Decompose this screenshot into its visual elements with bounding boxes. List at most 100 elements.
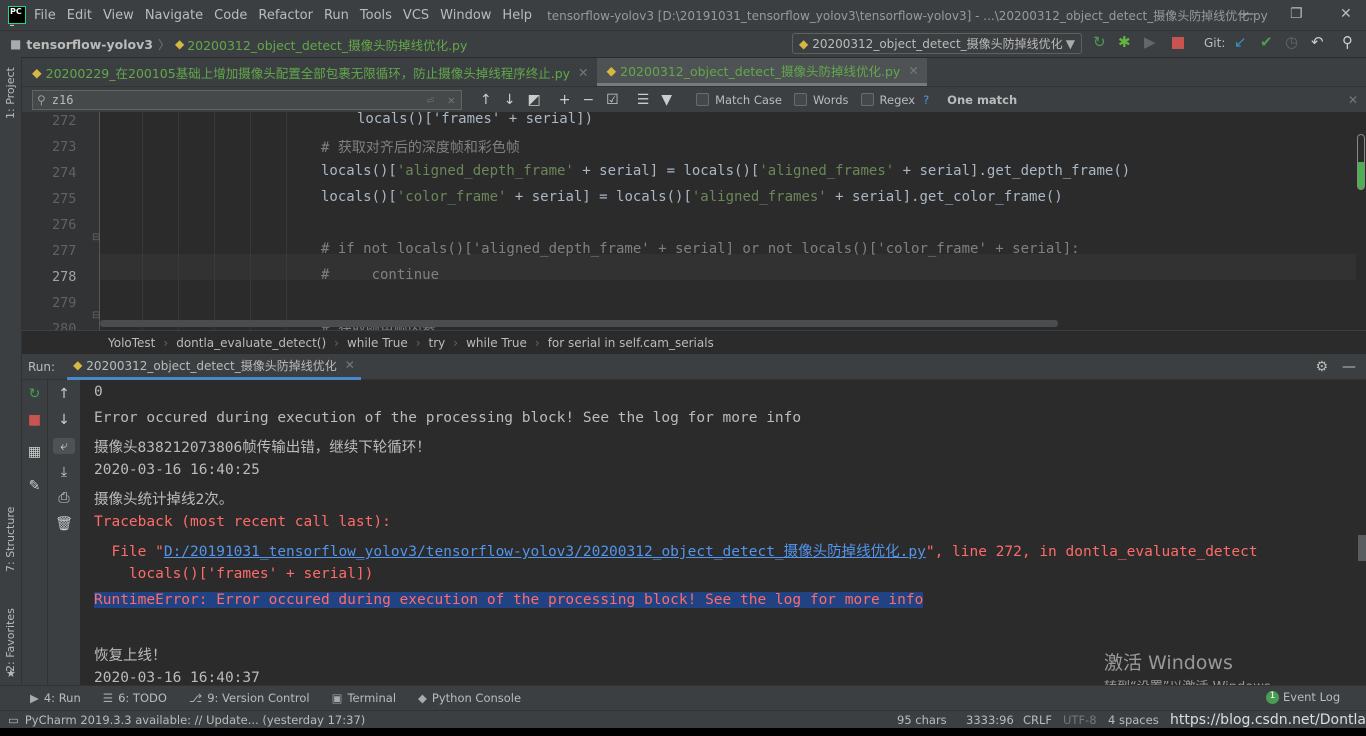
breadcrumb-item[interactable]: try (429, 336, 446, 350)
menu-vcs[interactable]: VCS (403, 8, 429, 23)
search-input[interactable]: ⚲ z16 ⏎ ✕ (32, 89, 462, 110)
menu-file[interactable]: File (34, 8, 56, 23)
previous-occurrence-icon[interactable]: ↑ (480, 92, 492, 108)
stop-icon[interactable] (1172, 37, 1184, 49)
match-case-checkbox[interactable]: Match Case (696, 93, 782, 107)
close-tab-icon[interactable]: ✕ (908, 63, 918, 78)
file-encoding[interactable]: UTF-8 (1063, 713, 1097, 727)
coverage-icon[interactable]: ▶ (1144, 33, 1156, 51)
tab-file-20200312[interactable]: ◆ 20200312_object_detect_摄像头防掉线优化.py ✕ (596, 58, 927, 86)
clear-search-icon[interactable]: ✕ (448, 93, 455, 107)
vcs-icon: ⎇ (188, 691, 203, 705)
run-tab[interactable]: ◆ 20200312_object_detect_摄像头防掉线优化 ✕ (67, 354, 361, 380)
next-occurrence-icon[interactable]: ↓ (504, 92, 516, 108)
code-token: + serial] = locals()[ (573, 163, 760, 179)
favorites-tool-button[interactable]: 2: Favorites (4, 608, 17, 672)
add-occurrence-icon[interactable]: + (559, 92, 571, 108)
menu-refactor[interactable]: Refactor (258, 8, 313, 23)
console-text: 摄像头统计掉线2次。 (94, 492, 234, 508)
close-tab-icon[interactable]: ✕ (345, 358, 355, 372)
rerun-icon[interactable]: ↻ (22, 386, 47, 402)
git-update-icon[interactable]: ↙ (1234, 33, 1247, 51)
history-icon[interactable]: ◷ (1285, 33, 1298, 51)
fold-icon[interactable]: ⊟ (92, 310, 100, 321)
maximize-button[interactable]: ❐ (1290, 6, 1303, 22)
menu-code[interactable]: Code (214, 8, 247, 23)
menu-window[interactable]: Window (440, 8, 491, 23)
revert-icon[interactable]: ↶ (1311, 33, 1324, 51)
scroll-thumb[interactable] (1357, 134, 1365, 190)
run-configuration-select[interactable]: ◆ 20200312_object_detect_摄像头防掉线优化 ▼ (792, 33, 1082, 54)
debug-icon[interactable]: ✱ (1118, 33, 1131, 51)
down-arrow-icon[interactable]: ↓ (48, 412, 80, 428)
tab-file-20200229[interactable]: ◆ 20200229_在200105基础上增加摄像头配置全部包裹无限循环，防止摄… (22, 58, 597, 86)
up-arrow-icon[interactable]: ↑ (48, 386, 80, 402)
event-log-button[interactable]: 1 Event Log (1266, 690, 1340, 704)
menu-tools[interactable]: Tools (360, 8, 392, 23)
print-icon[interactable]: ⎙ (48, 490, 80, 506)
code-editor[interactable]: 272 locals()['frames' + serial]) 273 # 获取对齐… (22, 112, 1356, 330)
nav-file[interactable]: 20200312_object_detect_摄像头防掉线优化.py (187, 35, 467, 54)
git-commit-icon[interactable]: ✔ (1260, 33, 1273, 51)
tool-tab-terminal[interactable]: ▣ Terminal (332, 691, 396, 705)
console-scrollbar[interactable] (1358, 535, 1366, 561)
breadcrumb-item[interactable]: while True (466, 336, 527, 350)
words-checkbox[interactable]: Words (793, 93, 849, 107)
select-all-occurrences-icon[interactable]: ☑ (606, 92, 619, 108)
code-token: # if not locals()['aligned_depth_frame' … (321, 241, 1080, 257)
editor-vertical-scrollbar[interactable] (1356, 112, 1366, 330)
line-number: 277 (52, 243, 77, 259)
soft-wrap-icon[interactable]: ⤶ (53, 438, 75, 454)
todo-icon: ☰ (102, 691, 114, 705)
gear-icon[interactable]: ⚙ (1315, 359, 1328, 375)
minimize-button[interactable]: — (1240, 6, 1254, 22)
menu-edit[interactable]: Edit (67, 8, 92, 23)
search-icon[interactable]: ⚲ (1342, 33, 1353, 51)
editor-horizontal-scrollbar[interactable] (100, 320, 1058, 327)
pin-icon[interactable]: ✎ (22, 478, 47, 494)
breadcrumb-item[interactable]: while True (347, 336, 408, 350)
breadcrumb-item[interactable]: YoloTest (108, 336, 155, 350)
remove-occurrence-icon[interactable]: − (582, 92, 594, 108)
close-tab-icon[interactable]: ✕ (578, 65, 588, 80)
console-output[interactable]: 0 Error occured during execution of the p… (80, 380, 1366, 685)
fold-icon[interactable]: ⊟ (92, 232, 100, 243)
project-tool-button[interactable]: 1: Project (4, 67, 17, 119)
hide-icon[interactable]: — (1342, 359, 1356, 375)
console-line: Error occured during execution of the pr… (94, 410, 801, 426)
filter-popup-icon[interactable]: ◩ (527, 92, 540, 108)
breadcrumb-item[interactable]: dontla_evaluate_detect() (176, 336, 326, 350)
nav-project[interactable]: tensorflow-yolov3 (26, 37, 153, 52)
console-line: 0 (94, 384, 103, 400)
trash-icon[interactable]: 🗑 (48, 516, 80, 532)
new-line-icon[interactable]: ⏎ (427, 93, 434, 107)
tool-tab-todo[interactable]: ☰ 6: TODO (103, 691, 167, 705)
status-message[interactable]: PyCharm 2019.3.3 available: // Update...… (25, 713, 365, 727)
scroll-to-end-icon[interactable]: ⤓ (48, 464, 80, 480)
tool-tab-pythonconsole[interactable]: ◆ Python Console (418, 691, 521, 705)
close-window-button[interactable]: ✕ (1340, 6, 1352, 22)
regex-help-link[interactable]: ? (923, 93, 929, 107)
indent-setting[interactable]: 4 spaces (1108, 713, 1159, 727)
close-find-icon[interactable]: ✕ (1348, 93, 1358, 107)
menu-view[interactable]: View (103, 8, 134, 23)
layout-icon[interactable]: ▦ (22, 444, 47, 460)
line-separator[interactable]: CRLF (1023, 713, 1052, 727)
breadcrumb-item[interactable]: for serial in self.cam_serials (548, 336, 714, 350)
filter-icon[interactable]: ▼ (661, 92, 672, 108)
rerun-icon[interactable]: ↻ (1093, 33, 1106, 51)
structure-tool-button[interactable]: 7: Structure (4, 507, 17, 572)
file-link[interactable]: D:/20191031_tensorflow_yolov3/tensorflow… (164, 544, 926, 560)
tool-tab-run[interactable]: ▶ 4: Run (30, 691, 81, 705)
stop-icon[interactable]: ■ (22, 412, 47, 428)
code-line: # continue (321, 267, 439, 283)
find-bar: ⚲ z16 ⏎ ✕ ↑ ↓ ◩ + − ☑ ☰ ▼ Match Case Wor… (22, 86, 1366, 112)
caret-position[interactable]: 3333:96 (966, 713, 1014, 727)
menu-navigate[interactable]: Navigate (145, 8, 203, 23)
search-options-icon[interactable]: ☰ (637, 92, 650, 108)
menu-run[interactable]: Run (324, 8, 349, 23)
menu-help[interactable]: Help (502, 8, 532, 23)
console-line: 摄像头统计掉线2次。 (94, 488, 233, 509)
tool-tab-versioncontrol[interactable]: ⎇ 9: Version Control (189, 691, 310, 705)
regex-checkbox[interactable]: Regex? (860, 93, 929, 107)
